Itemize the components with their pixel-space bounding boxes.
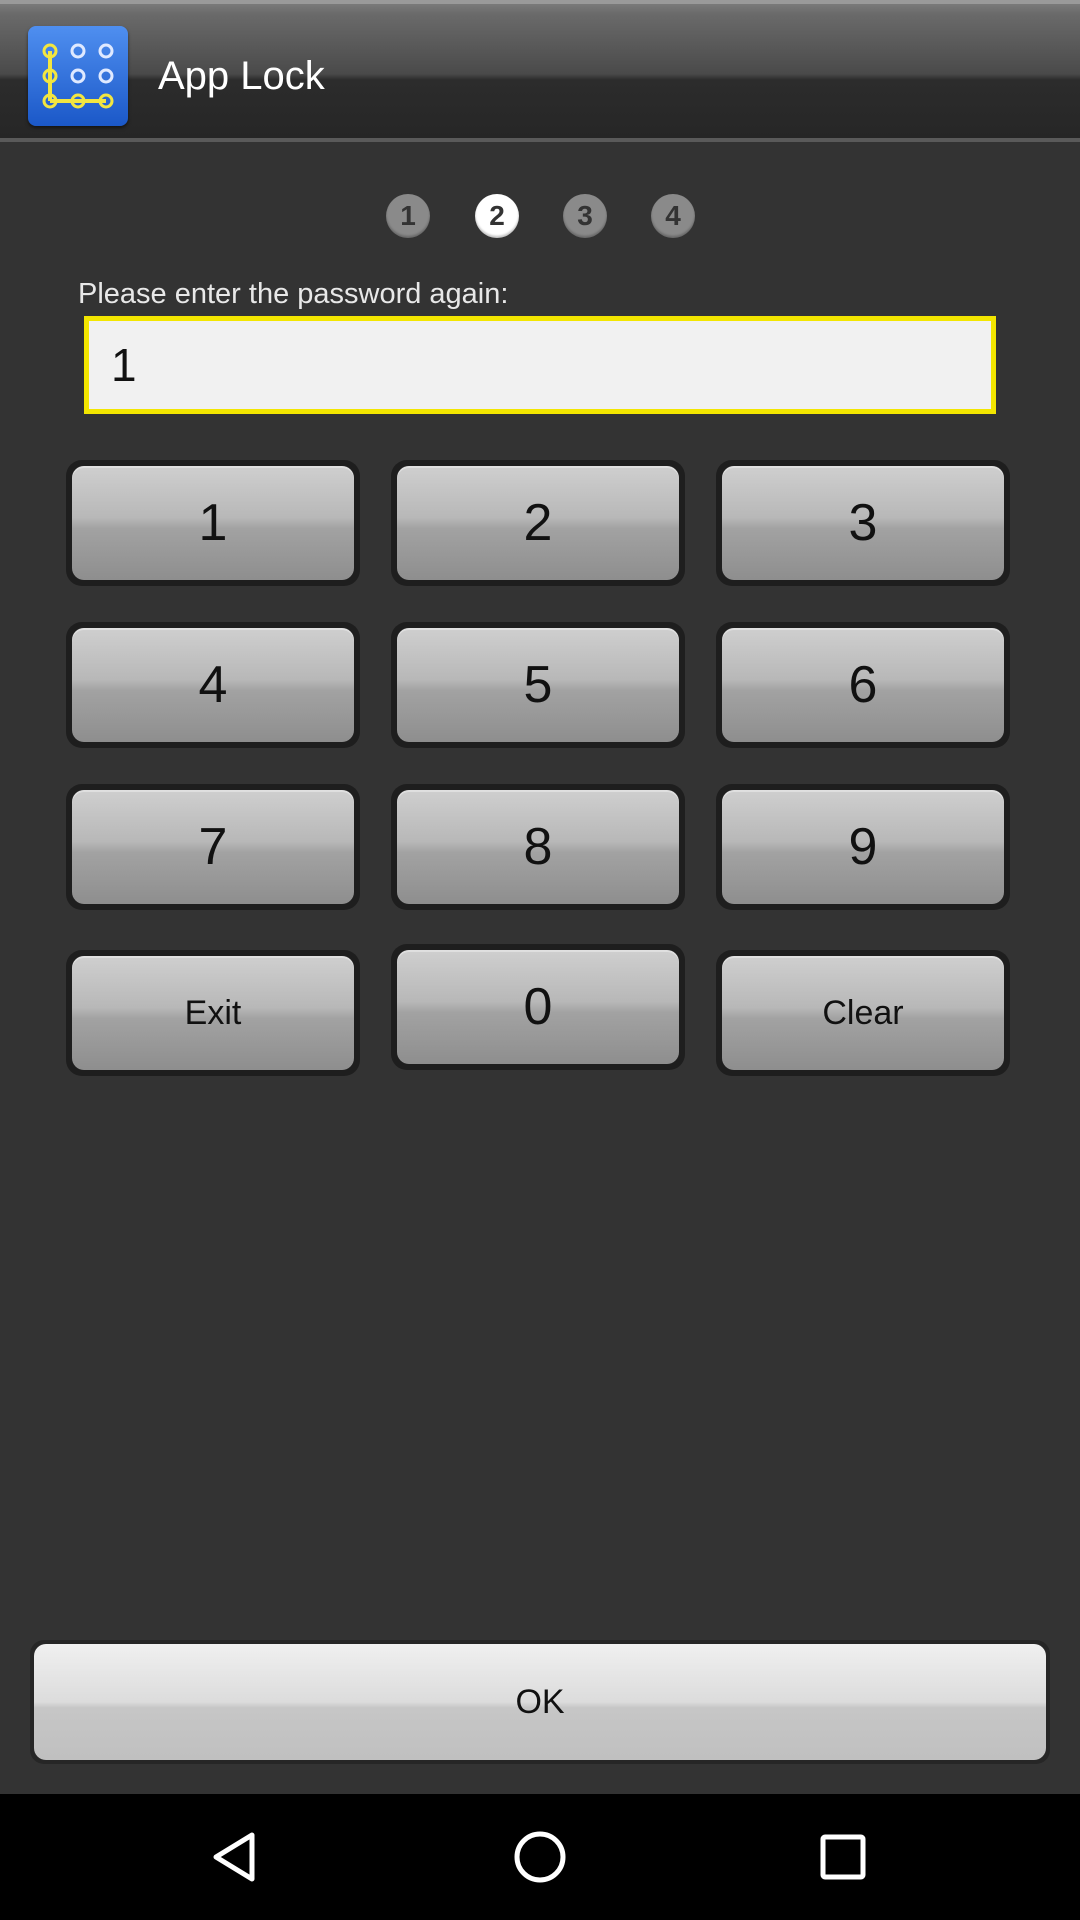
step-2-active: 2 <box>475 194 519 238</box>
password-prompt: Please enter the password again: <box>78 278 509 310</box>
system-nav-bar <box>0 1794 1080 1920</box>
key-4[interactable]: 4 <box>66 622 360 748</box>
back-triangle-icon <box>213 1832 255 1882</box>
step-4: 4 <box>651 194 695 238</box>
key-2[interactable]: 2 <box>391 460 685 586</box>
ok-label: OK <box>34 1644 1046 1760</box>
key-4-label: 4 <box>72 628 354 742</box>
key-6-label: 6 <box>722 628 1004 742</box>
app-bar: App Lock <box>0 0 1080 142</box>
key-9[interactable]: 9 <box>716 784 1010 910</box>
back-button[interactable] <box>156 1794 316 1920</box>
clear-button[interactable]: Clear <box>716 950 1010 1076</box>
step-3: 3 <box>563 194 607 238</box>
key-1-label: 1 <box>72 466 354 580</box>
exit-label: Exit <box>72 956 354 1070</box>
clear-label: Clear <box>722 956 1004 1070</box>
key-7[interactable]: 7 <box>66 784 360 910</box>
key-5[interactable]: 5 <box>391 622 685 748</box>
key-6[interactable]: 6 <box>716 622 1010 748</box>
key-3[interactable]: 3 <box>716 460 1010 586</box>
app-title: App Lock <box>158 54 325 98</box>
key-8[interactable]: 8 <box>391 784 685 910</box>
key-9-label: 9 <box>722 790 1004 904</box>
home-button[interactable] <box>460 1794 620 1920</box>
key-0-label: 0 <box>397 950 679 1064</box>
ok-button[interactable]: OK <box>30 1640 1050 1764</box>
key-1[interactable]: 1 <box>66 460 360 586</box>
home-circle-icon <box>514 1831 566 1883</box>
key-0[interactable]: 0 <box>391 944 685 1070</box>
key-3-label: 3 <box>722 466 1004 580</box>
key-5-label: 5 <box>397 628 679 742</box>
grid-lock-icon <box>28 26 128 126</box>
key-2-label: 2 <box>397 466 679 580</box>
step-indicator: 1 2 3 4 <box>0 194 1080 238</box>
password-field[interactable]: 1 <box>84 316 996 414</box>
step-1: 1 <box>386 194 430 238</box>
exit-button[interactable]: Exit <box>66 950 360 1076</box>
key-8-label: 8 <box>397 790 679 904</box>
recents-button[interactable] <box>763 1794 923 1920</box>
recents-square-icon <box>820 1834 866 1880</box>
key-7-label: 7 <box>72 790 354 904</box>
